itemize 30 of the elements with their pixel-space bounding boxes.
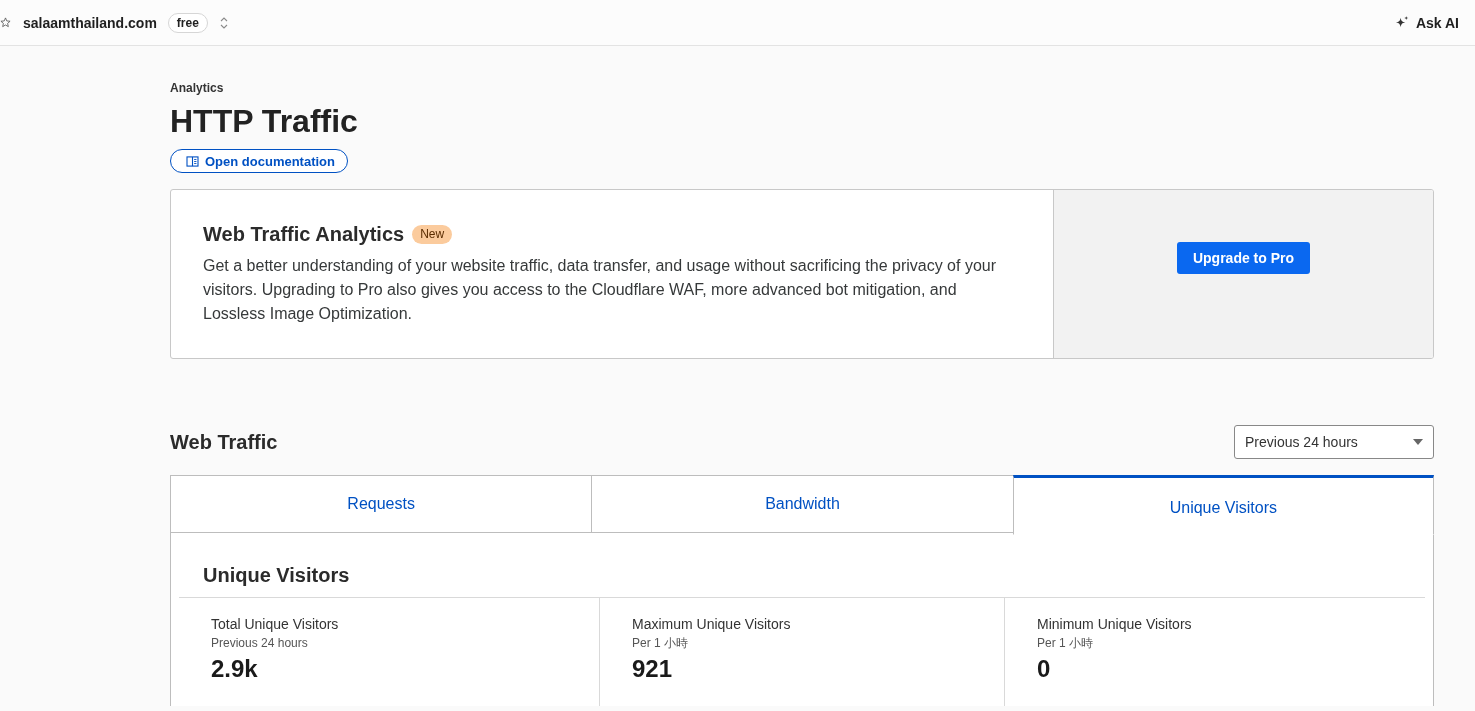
stat-value: 2.9k bbox=[211, 655, 259, 683]
star-icon[interactable] bbox=[0, 17, 11, 28]
panel-title: Unique Visitors bbox=[202, 563, 351, 588]
sparkle-icon bbox=[1394, 15, 1410, 30]
stat-period: Per 1 小時 bbox=[1037, 635, 1094, 651]
stat-value: 0 bbox=[1037, 655, 1052, 683]
new-badge: New bbox=[412, 224, 453, 244]
section-title: Web Traffic bbox=[170, 430, 278, 454]
stat-period: Previous 24 hours bbox=[211, 635, 309, 651]
caret-icon bbox=[1413, 439, 1423, 445]
breadcrumb-label: Analytics bbox=[170, 81, 225, 95]
stat-value: 921 bbox=[632, 655, 674, 683]
tab[interactable]: Unique Visitors bbox=[1012, 475, 1434, 535]
promo-title: Web Traffic Analytics bbox=[203, 222, 405, 247]
promo-description: Get a better understanding of your website traffic, data transfer, and usage without sacrificing the privacy of your visitors. Upgrading to Pro also gives you access to the Cloudflare WAF, more advanced bot mitigation, and Lossless Image Optimization. bbox=[203, 256, 998, 324]
page-title: HTTP Traffic bbox=[170, 103, 359, 139]
stat-period: Per 1 小時 bbox=[632, 635, 689, 651]
chevron-up-down-icon[interactable] bbox=[219, 15, 228, 30]
book-icon bbox=[186, 155, 199, 167]
plan-badge: free bbox=[167, 12, 208, 33]
documentation-link[interactable]: Open documentation bbox=[170, 149, 348, 173]
ask-ai-button[interactable]: Ask AI bbox=[1394, 14, 1459, 31]
time-range-dropdown[interactable]: Previous 24 hours bbox=[1234, 425, 1434, 459]
stat-label: Total Unique Visitors bbox=[211, 615, 340, 633]
tab[interactable]: Requests bbox=[170, 475, 592, 533]
tab[interactable]: Bandwidth bbox=[591, 475, 1013, 533]
domain-name: salaamthailand.com bbox=[23, 14, 157, 31]
stat-label: Maximum Unique Visitors bbox=[632, 615, 792, 633]
upgrade-button[interactable]: Upgrade to Pro bbox=[1176, 242, 1311, 274]
stat-label: Minimum Unique Visitors bbox=[1037, 615, 1193, 633]
